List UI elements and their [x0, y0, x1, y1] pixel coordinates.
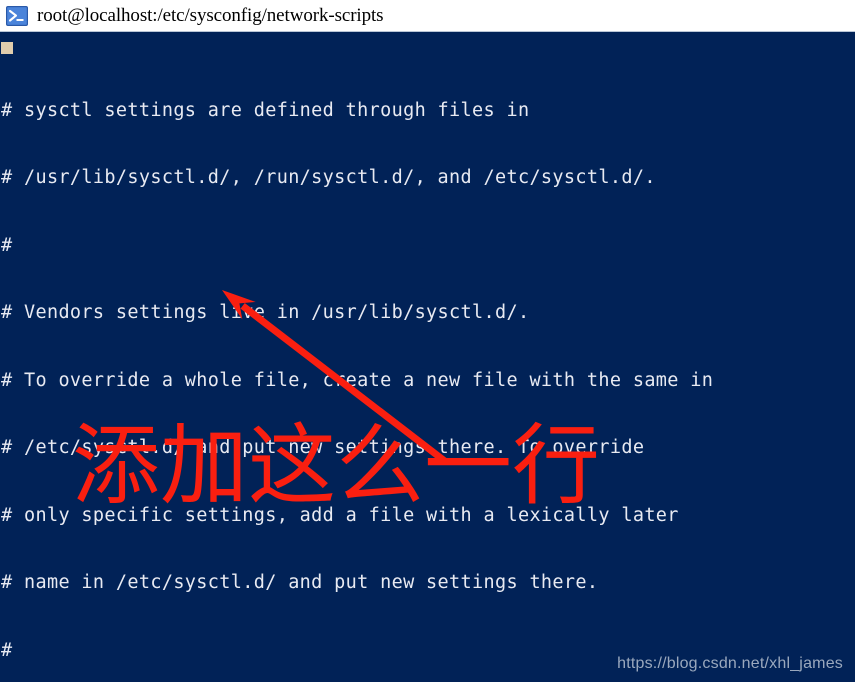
terminal-line: # sysctl settings are defined through fi…: [1, 99, 530, 121]
terminal-prompt-icon: [6, 5, 28, 26]
terminal-line: # To override a whole file, create a new…: [1, 369, 714, 391]
terminal-line: #: [1, 234, 13, 256]
window-title-bar[interactable]: root@localhost:/etc/sysconfig/network-sc…: [0, 0, 855, 32]
terminal-line: # name in /etc/sysctl.d/ and put new set…: [1, 572, 599, 593]
terminal-line: # /usr/lib/sysctl.d/, /run/sysctl.d/, an…: [1, 167, 656, 188]
terminal-line: # only specific settings, add a file wit…: [1, 504, 679, 526]
terminal-line: # Vendors settings live in /usr/lib/sysc…: [1, 302, 530, 323]
screenshot-root: root@localhost:/etc/sysconfig/network-sc…: [0, 0, 855, 682]
text-cursor: [1, 42, 13, 54]
terminal-line: # /etc/sysctl.d/ and put new settings th…: [1, 437, 645, 458]
terminal-text-buffer: # sysctl settings are defined through fi…: [0, 32, 855, 682]
terminal-pane[interactable]: # sysctl settings are defined through fi…: [0, 32, 855, 682]
watermark-url: https://blog.csdn.net/xhl_james: [617, 655, 843, 672]
window-title-text: root@localhost:/etc/sysconfig/network-sc…: [37, 4, 384, 26]
